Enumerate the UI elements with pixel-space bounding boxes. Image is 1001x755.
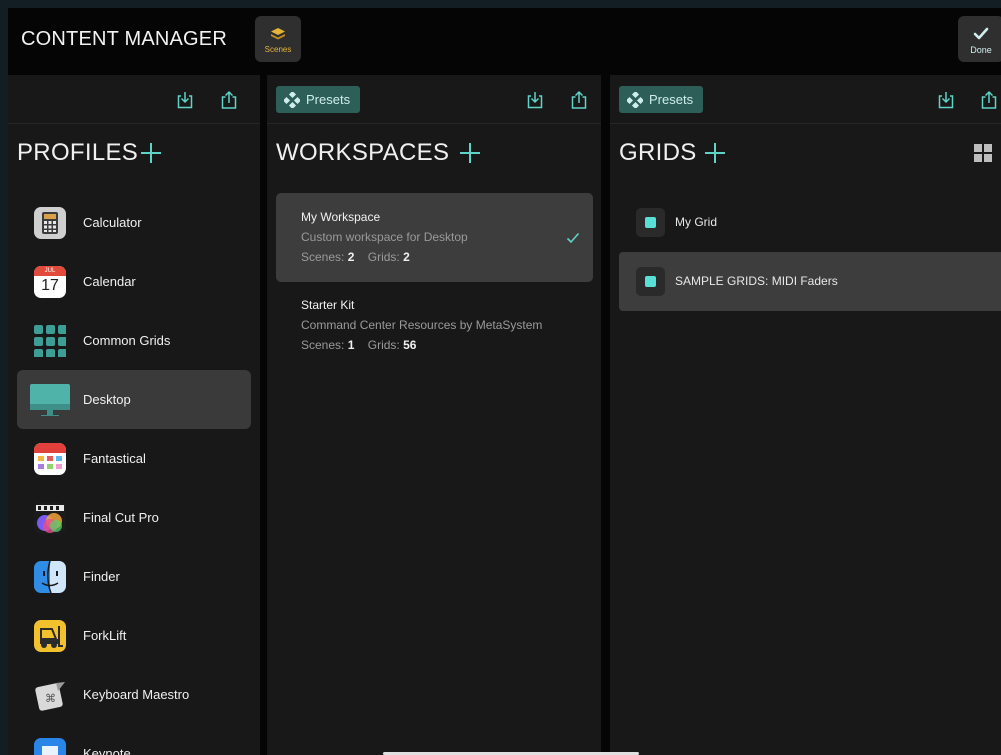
profile-item-calendar[interactable]: JUL 17 Calendar xyxy=(17,252,251,311)
workspace-item-my-workspace[interactable]: My Workspace Custom workspace for Deskto… xyxy=(276,193,593,282)
workspace-title: Starter Kit xyxy=(301,298,355,312)
grid-item-sample-grids-midi-faders[interactable]: SAMPLE GRIDS: MIDI Faders xyxy=(619,252,1001,311)
profile-label: Fantastical xyxy=(83,451,146,466)
workspace-description: Command Center Resources by MetaSystem xyxy=(301,318,543,332)
grids-presets-button[interactable]: Presets xyxy=(619,86,704,113)
import-icon[interactable] xyxy=(936,90,956,110)
grids-count-label: Grids: xyxy=(367,338,400,352)
profiles-list: Calculator JUL 17 Calendar Common Grids … xyxy=(8,193,260,755)
grid-label: SAMPLE GRIDS: MIDI Faders xyxy=(675,274,838,288)
grids-count: 56 xyxy=(403,338,417,352)
calendar-month: JUL xyxy=(34,266,66,276)
import-icon[interactable] xyxy=(175,90,195,110)
workspaces-column: Presets WORKSPACES My Workspace Custom w… xyxy=(267,75,601,755)
presets-label: Presets xyxy=(649,92,694,107)
grid-label: My Grid xyxy=(675,215,717,229)
add-grid-icon[interactable] xyxy=(703,141,727,165)
profile-item-fantastical[interactable]: Fantastical xyxy=(17,429,251,488)
workspaces-heading: WORKSPACES xyxy=(276,139,450,166)
checkmark-icon xyxy=(973,27,989,40)
profile-item-common-grids[interactable]: Common Grids xyxy=(17,311,251,370)
calendar-icon: JUL 17 xyxy=(34,266,66,298)
profile-item-finder[interactable]: Finder xyxy=(17,547,251,606)
desktop-icon xyxy=(30,384,70,416)
profile-item-keynote[interactable]: Keynote xyxy=(17,724,251,755)
workspace-meta: Scenes: 2 Grids: 2 xyxy=(301,250,410,264)
profile-label: Keyboard Maestro xyxy=(83,687,190,702)
grid-swatch-icon xyxy=(636,267,665,296)
share-icon[interactable] xyxy=(219,90,239,110)
grids-heading: GRIDS xyxy=(619,139,697,166)
calendar-day: 17 xyxy=(41,277,59,294)
scenes-count: 1 xyxy=(347,338,355,352)
grids-toolbar: Presets xyxy=(610,75,1001,124)
scenes-count-label: Scenes: xyxy=(301,338,345,352)
presets-icon xyxy=(284,92,300,108)
profile-label: Finder xyxy=(83,569,120,584)
add-profile-icon[interactable] xyxy=(139,141,163,165)
grid-icon xyxy=(34,325,66,357)
workspace-title: My Workspace xyxy=(301,210,381,224)
profile-label: Final Cut Pro xyxy=(83,510,159,525)
profile-item-desktop[interactable]: Desktop xyxy=(17,370,251,429)
profile-item-keyboard-maestro[interactable]: ⌘ Keyboard Maestro xyxy=(17,665,251,724)
keynote-icon xyxy=(34,738,66,755)
forklift-icon xyxy=(34,620,66,652)
fantastical-icon xyxy=(34,443,66,475)
grids-column: Presets GRIDS My Grid SAMPLE GRIDS: MIDI… xyxy=(610,75,1001,755)
profiles-column: PROFILES Calculator JUL 17 Calendar Comm… xyxy=(8,75,260,755)
grid-view-icon[interactable] xyxy=(973,143,993,163)
profile-label: Keynote xyxy=(83,746,131,755)
workspaces-toolbar: Presets xyxy=(267,75,601,124)
profile-label: Calculator xyxy=(83,215,142,230)
final-cut-pro-icon xyxy=(34,502,66,534)
share-icon[interactable] xyxy=(979,90,999,110)
profile-item-calculator[interactable]: Calculator xyxy=(17,193,251,252)
selected-checkmark-icon xyxy=(566,232,580,244)
grid-item-my-grid[interactable]: My Grid xyxy=(619,193,1001,252)
scenes-label: Scenes xyxy=(264,45,292,54)
presets-icon xyxy=(627,92,643,108)
presets-label: Presets xyxy=(306,92,351,107)
done-label: Done xyxy=(970,45,992,55)
workspace-description: Custom workspace for Desktop xyxy=(301,230,468,244)
profile-item-final-cut-pro[interactable]: Final Cut Pro xyxy=(17,488,251,547)
add-workspace-icon[interactable] xyxy=(458,141,482,165)
scenes-count: 2 xyxy=(347,250,355,264)
finder-icon xyxy=(34,561,66,593)
grid-swatch-icon xyxy=(636,208,665,237)
workspace-item-starter-kit[interactable]: Starter Kit Command Center Resources by … xyxy=(276,282,593,371)
profile-item-forklift[interactable]: ForkLift xyxy=(17,606,251,665)
svg-text:⌘: ⌘ xyxy=(45,692,56,705)
top-bar: CONTENT MANAGER Scenes Done xyxy=(8,8,1001,75)
content-manager-window: CONTENT MANAGER Scenes Done PROFILES Cal… xyxy=(8,8,1001,755)
workspaces-presets-button[interactable]: Presets xyxy=(276,86,361,113)
done-button[interactable]: Done xyxy=(958,16,1001,62)
profile-label: Common Grids xyxy=(83,333,171,348)
workspace-meta: Scenes: 1 Grids: 56 xyxy=(301,338,416,352)
import-icon[interactable] xyxy=(525,90,545,110)
profile-label: Calendar xyxy=(83,274,136,289)
profile-label: ForkLift xyxy=(83,628,127,643)
page-title: CONTENT MANAGER xyxy=(21,28,227,50)
grids-count: 2 xyxy=(403,250,410,264)
share-icon[interactable] xyxy=(569,90,589,110)
profiles-toolbar xyxy=(8,75,260,124)
profile-label: Desktop xyxy=(83,392,131,407)
keyboard-maestro-icon: ⌘ xyxy=(34,679,66,711)
stack-icon xyxy=(271,28,285,40)
scenes-button[interactable]: Scenes xyxy=(255,16,301,62)
grids-count-label: Grids: xyxy=(367,250,400,264)
calculator-icon xyxy=(34,207,66,239)
scenes-count-label: Scenes: xyxy=(301,250,345,264)
profiles-heading: PROFILES xyxy=(17,139,139,166)
